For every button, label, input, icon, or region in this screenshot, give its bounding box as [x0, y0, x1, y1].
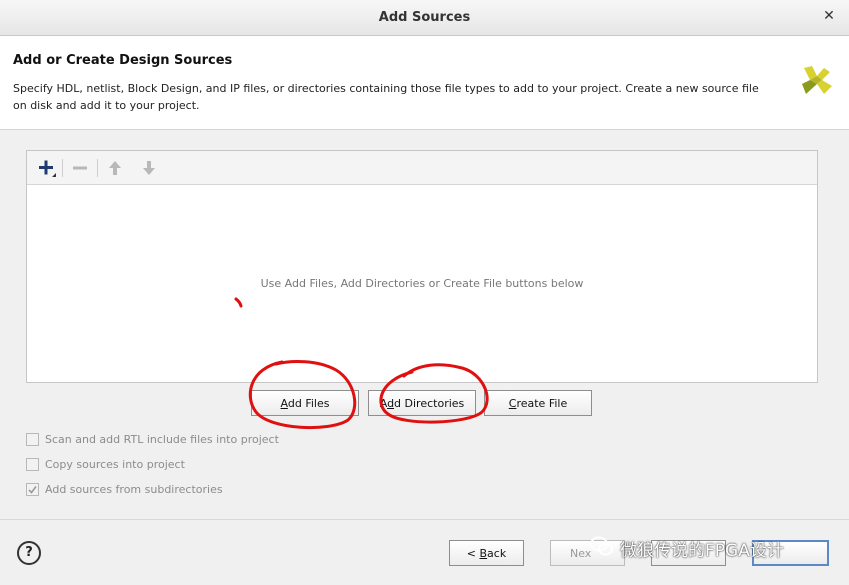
add-directories-button[interactable]: Add Directories [368, 390, 476, 416]
arrow-down-icon[interactable] [138, 157, 160, 179]
empty-list-message: Use Add Files, Add Directories or Create… [260, 277, 584, 290]
sources-panel: Use Add Files, Add Directories or Create… [26, 150, 818, 383]
watermark-text: 微狼传说的FPGA设计 [620, 541, 784, 561]
add-subdirs-checkbox[interactable] [26, 483, 39, 496]
copy-sources-checkbox[interactable] [26, 458, 39, 471]
back-button[interactable]: < Back [449, 540, 524, 566]
checkmark-icon [28, 486, 37, 494]
page-description: Specify HDL, netlist, Block Design, and … [13, 82, 759, 112]
create-file-button[interactable]: Create File [484, 390, 592, 416]
add-files-button[interactable]: Add Files [251, 390, 359, 416]
scan-rtl-checkbox[interactable] [26, 433, 39, 446]
wizard-header: Add or Create Design Sources Specify HDL… [0, 36, 849, 130]
wechat-icon [590, 535, 614, 562]
scan-rtl-label: Scan and add RTL include files into proj… [45, 433, 279, 446]
footer-divider [0, 519, 849, 520]
window-title: Add Sources [378, 10, 471, 25]
toolbar-separator [62, 159, 63, 177]
plus-icon[interactable] [35, 157, 57, 179]
arrow-up-icon[interactable] [104, 157, 126, 179]
toolbar-separator [97, 159, 98, 177]
watermark: 微狼传说的FPGA设计 [590, 535, 784, 565]
add-subdirs-label: Add sources from subdirectories [45, 483, 223, 496]
close-icon[interactable]: ✕ [821, 8, 837, 26]
help-button[interactable]: ? [17, 541, 41, 565]
panel-toolbar [27, 151, 817, 185]
minus-icon[interactable] [69, 157, 91, 179]
vivado-logo-icon [802, 66, 832, 94]
title-bar: Add Sources ✕ [0, 0, 849, 36]
copy-sources-label: Copy sources into project [45, 458, 185, 471]
page-title: Add or Create Design Sources [13, 53, 233, 68]
